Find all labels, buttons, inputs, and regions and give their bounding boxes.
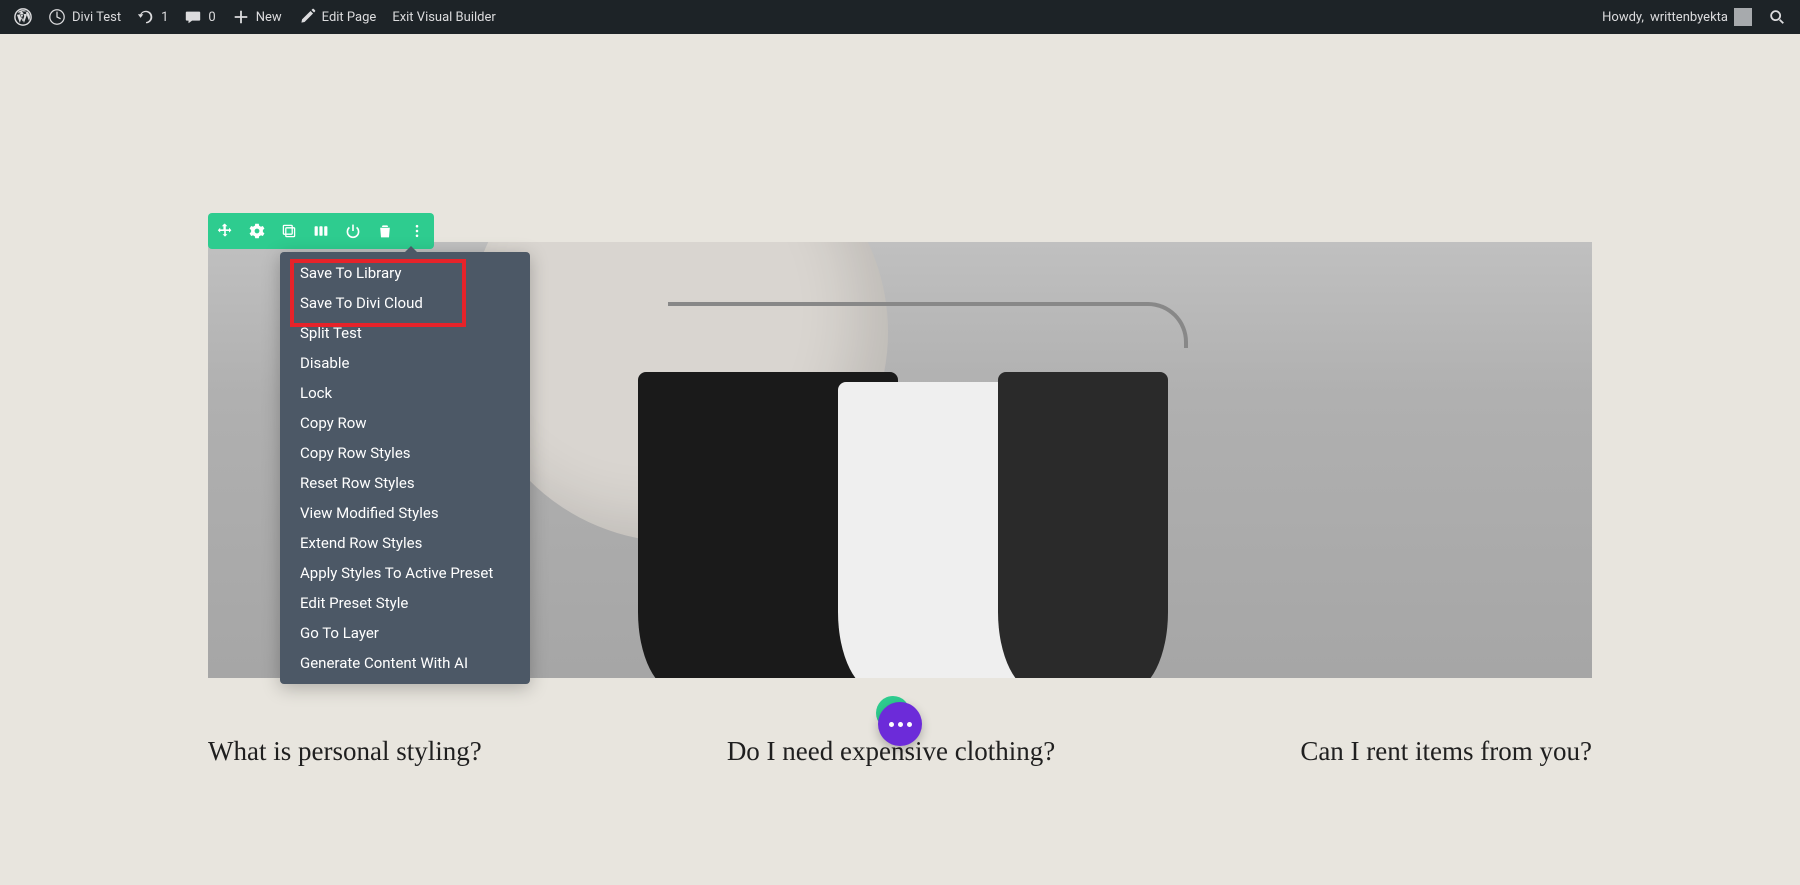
- menu-item-copy-row-styles[interactable]: Copy Row Styles: [280, 438, 530, 468]
- menu-item-reset-row-styles[interactable]: Reset Row Styles: [280, 468, 530, 498]
- builder-fab[interactable]: [878, 702, 922, 746]
- menu-item-disable[interactable]: Disable: [280, 348, 530, 378]
- new-content-link[interactable]: New: [224, 0, 290, 34]
- row-context-menu: Save To Library Save To Divi Cloud Split…: [280, 252, 530, 684]
- updates-link[interactable]: 1: [129, 0, 176, 34]
- power-icon[interactable]: [344, 222, 362, 240]
- dashboard-icon: [48, 8, 66, 26]
- trash-icon[interactable]: [376, 222, 394, 240]
- wordpress-icon: [14, 8, 32, 26]
- howdy-username: writtenbyekta: [1650, 10, 1728, 25]
- comment-icon: [184, 8, 202, 26]
- edit-page-label: Edit Page: [322, 10, 377, 25]
- site-name-link[interactable]: Divi Test: [40, 0, 129, 34]
- menu-item-save-to-library[interactable]: Save To Library: [280, 258, 530, 288]
- wp-logo[interactable]: [6, 0, 40, 34]
- wp-admin-bar: Divi Test 1 0 New Edit Page: [0, 0, 1800, 34]
- new-label: New: [256, 10, 282, 25]
- more-icon[interactable]: [408, 222, 426, 240]
- menu-item-generate-ai[interactable]: Generate Content With AI: [280, 648, 530, 678]
- ellipsis-icon: [889, 722, 912, 727]
- faq-heading-3: Can I rent items from you?: [1300, 736, 1592, 767]
- my-account-link[interactable]: Howdy, writtenbyekta: [1594, 0, 1760, 34]
- content-wrap: Save To Library Save To Divi Cloud Split…: [208, 34, 1592, 885]
- page-canvas: Save To Library Save To Divi Cloud Split…: [0, 34, 1800, 885]
- menu-item-split-test[interactable]: Split Test: [280, 318, 530, 348]
- plus-icon: [232, 8, 250, 26]
- faq-heading-1: What is personal styling?: [208, 736, 482, 767]
- site-title: Divi Test: [72, 10, 121, 25]
- exit-vb-label: Exit Visual Builder: [392, 10, 495, 25]
- menu-item-view-modified-styles[interactable]: View Modified Styles: [280, 498, 530, 528]
- comments-link[interactable]: 0: [176, 0, 223, 34]
- menu-item-copy-row[interactable]: Copy Row: [280, 408, 530, 438]
- menu-item-apply-styles-preset[interactable]: Apply Styles To Active Preset: [280, 558, 530, 588]
- refresh-icon: [137, 8, 155, 26]
- duplicate-icon[interactable]: [280, 222, 298, 240]
- menu-item-extend-row-styles[interactable]: Extend Row Styles: [280, 528, 530, 558]
- fab-cluster: [878, 702, 922, 746]
- exit-visual-builder-link[interactable]: Exit Visual Builder: [384, 0, 503, 34]
- howdy-prefix: Howdy,: [1602, 10, 1644, 25]
- search-icon: [1768, 8, 1786, 26]
- updates-count: 1: [161, 10, 168, 25]
- avatar: [1734, 8, 1752, 26]
- menu-item-go-to-layer[interactable]: Go To Layer: [280, 618, 530, 648]
- menu-item-save-to-divi-cloud[interactable]: Save To Divi Cloud: [280, 288, 530, 318]
- menu-item-edit-preset-style[interactable]: Edit Preset Style: [280, 588, 530, 618]
- menu-item-lock[interactable]: Lock: [280, 378, 530, 408]
- edit-page-link[interactable]: Edit Page: [290, 0, 385, 34]
- row-toolbar: [208, 213, 434, 249]
- move-icon[interactable]: [216, 222, 234, 240]
- pencil-icon: [298, 8, 316, 26]
- comments-count: 0: [208, 10, 215, 25]
- gear-icon[interactable]: [248, 222, 266, 240]
- admin-search[interactable]: [1760, 0, 1794, 34]
- columns-icon[interactable]: [312, 222, 330, 240]
